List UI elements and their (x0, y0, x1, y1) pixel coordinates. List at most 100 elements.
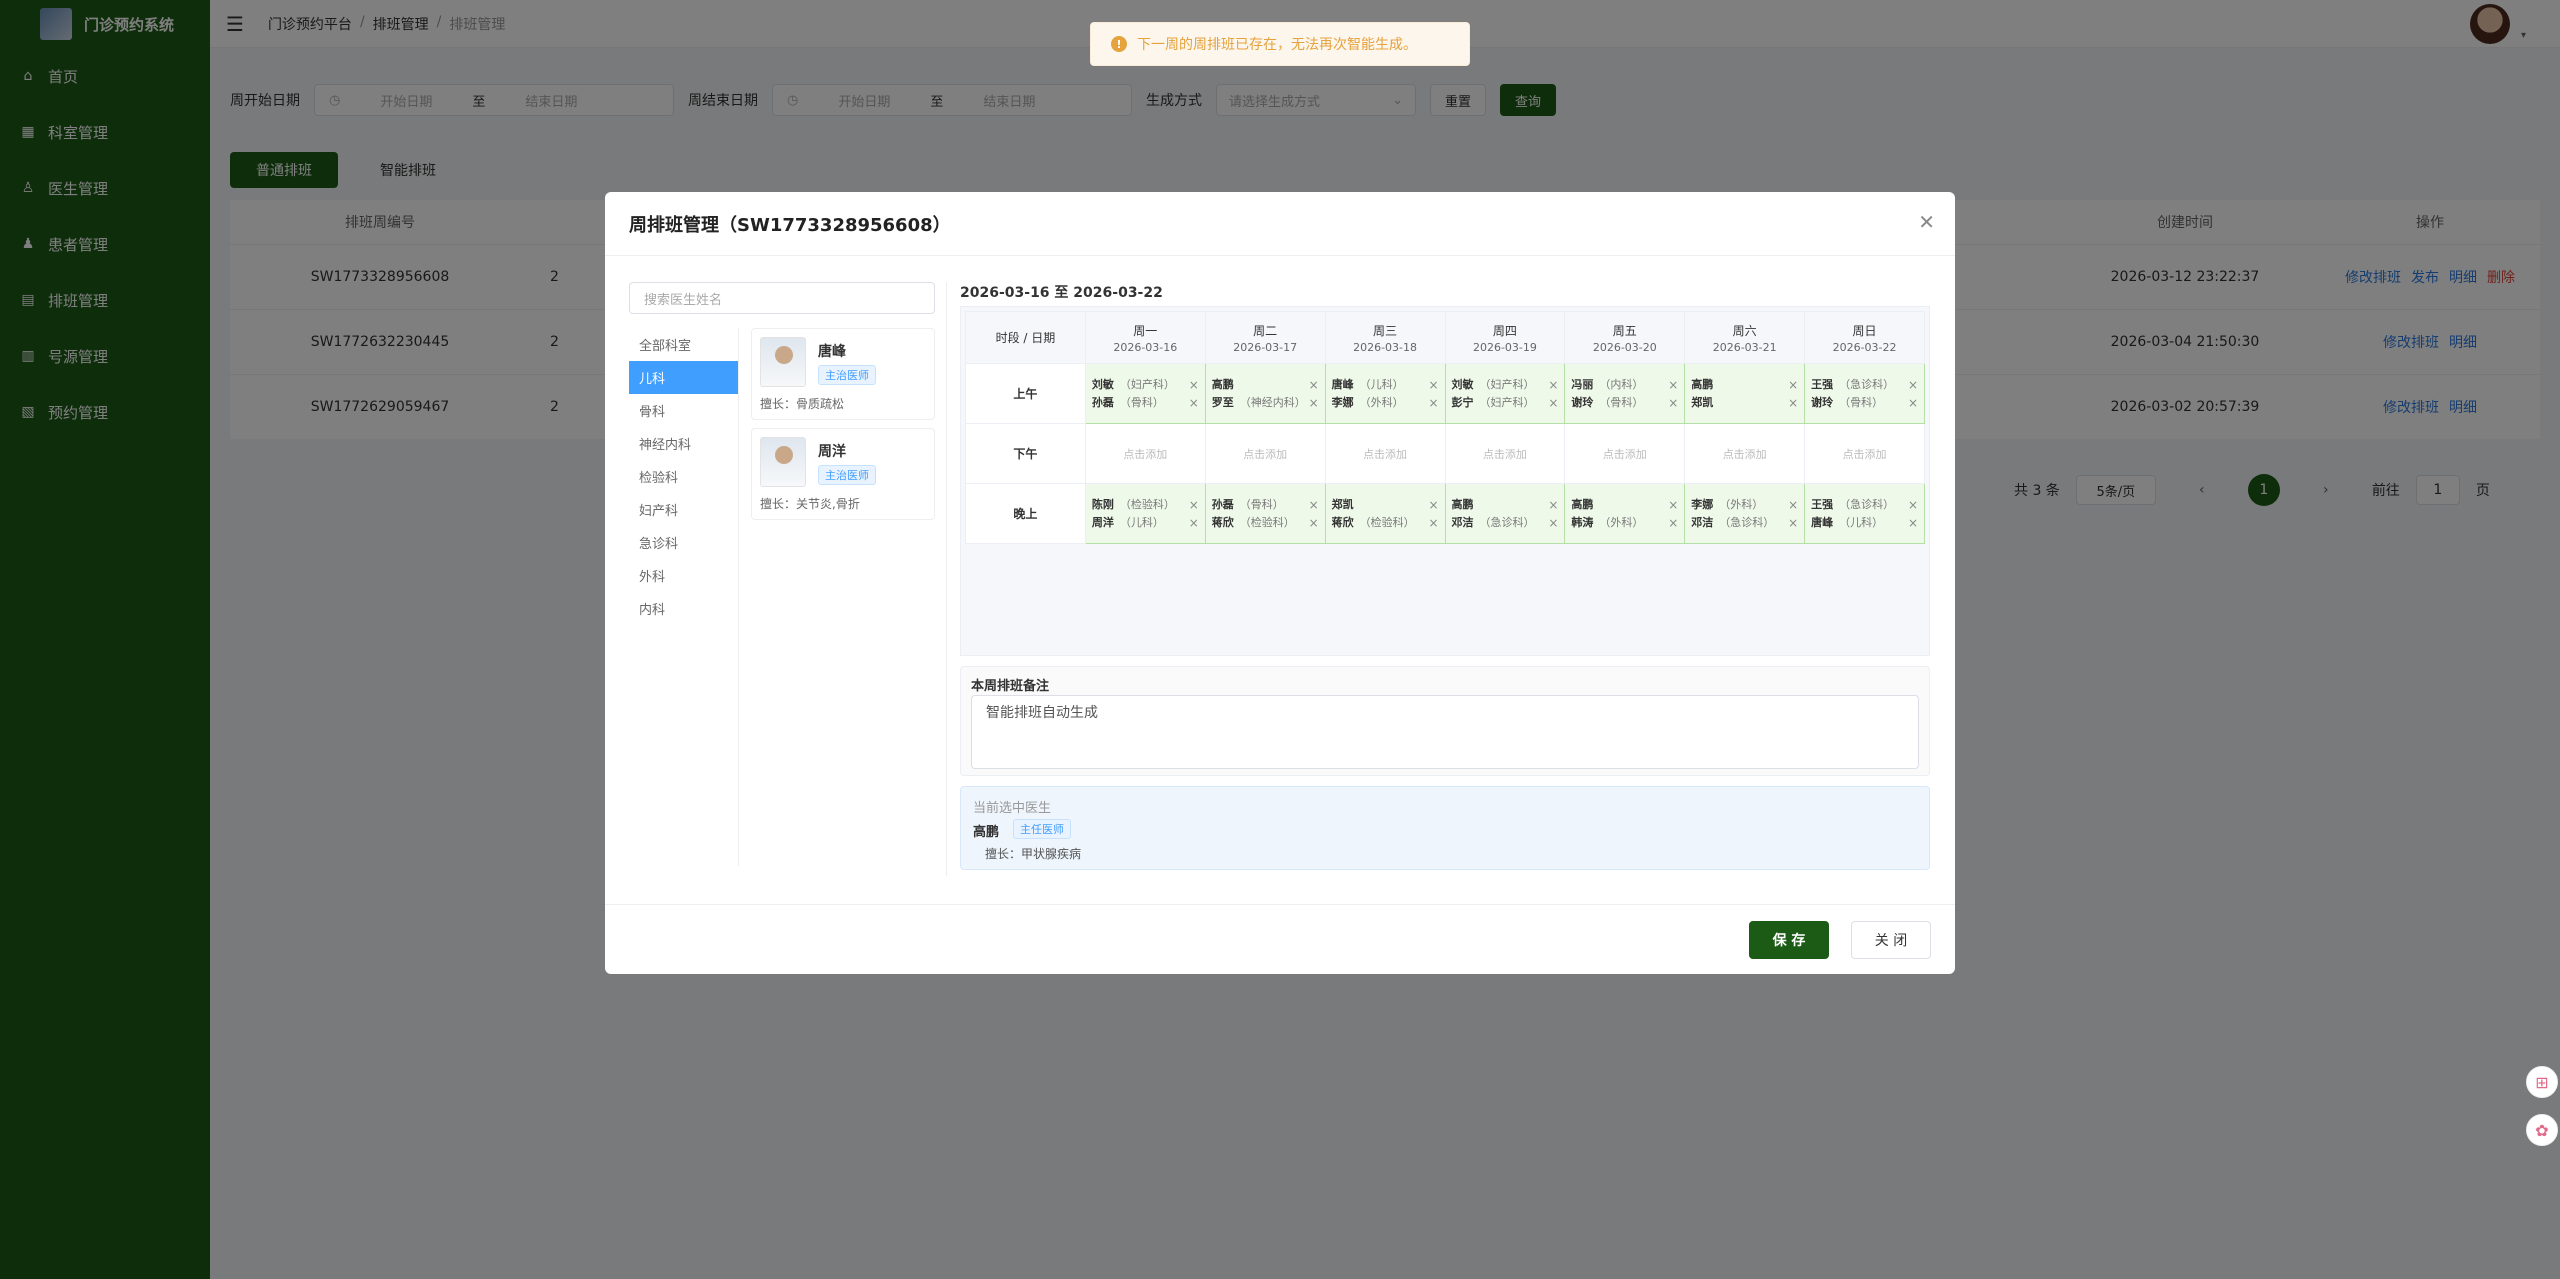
remove-entry-icon[interactable]: × (1548, 497, 1558, 513)
remove-entry-icon[interactable]: × (1788, 377, 1798, 393)
remove-entry-icon[interactable]: × (1548, 377, 1558, 393)
schedule-cell[interactable]: 高鹏 × 邓洁 （急诊科） × (1444, 483, 1566, 544)
remove-entry-icon[interactable]: × (1908, 377, 1918, 393)
remove-entry-icon[interactable]: × (1788, 497, 1798, 513)
entry-doctor-name: 邓洁 (1451, 515, 1474, 529)
schedule-cell[interactable]: 郑凯 × 蒋欣 （检验科） × (1324, 483, 1446, 544)
entry-doctor-name: 王强 (1811, 497, 1834, 511)
schedule-cell[interactable]: 李娜 （外科） × 邓洁 （急诊科） × (1684, 483, 1806, 544)
dialog-header: 周排班管理（SW1773328956608） ✕ (605, 192, 1955, 256)
schedule-entry: 孙磊 （骨科） × (1086, 394, 1205, 412)
schedule-entry: 谢玲 （骨科） × (1565, 394, 1684, 412)
floating-tools: ⊞ ✿ (2526, 1066, 2558, 1146)
schedule-cell[interactable]: 高鹏 × 罗至 （神经内科） × (1204, 363, 1326, 424)
schedule-cell[interactable]: 王强 （急诊科） × 唐峰 （儿科） × (1804, 483, 1925, 544)
entry-department: （妇产科） (1479, 395, 1535, 409)
remove-entry-icon[interactable]: × (1908, 395, 1918, 411)
entry-department: （骨科） (1599, 395, 1644, 409)
assistant-icon[interactable]: ✿ (2526, 1114, 2558, 1146)
schedule-entry: 韩涛 （外科） × (1565, 514, 1684, 532)
empty-schedule-cell[interactable]: 点击添加 (1564, 423, 1686, 484)
empty-schedule-cell[interactable]: 点击添加 (1324, 423, 1446, 484)
department-item[interactable]: 急诊科 (629, 526, 738, 559)
remove-entry-icon[interactable]: × (1908, 497, 1918, 513)
department-item-active[interactable]: 儿科 (629, 361, 738, 394)
selected-doctor-title-badge: 主任医师 (1013, 819, 1071, 839)
schedule-cell[interactable]: 冯丽 （内科） × 谢玲 （骨科） × (1564, 363, 1686, 424)
entry-department: （检验科） (1119, 497, 1175, 511)
remove-entry-icon[interactable]: × (1189, 395, 1199, 411)
department-item[interactable]: 神经内科 (629, 427, 738, 460)
remove-entry-icon[interactable]: × (1309, 395, 1319, 411)
schedule-entry: 高鹏 × (1206, 376, 1325, 394)
remove-entry-icon[interactable]: × (1428, 515, 1438, 531)
notes-textarea[interactable]: 智能排班自动生成 (971, 695, 1919, 769)
entry-doctor-name: 邓洁 (1691, 515, 1714, 529)
department-item[interactable]: 检验科 (629, 460, 738, 493)
remove-entry-icon[interactable]: × (1189, 377, 1199, 393)
remove-entry-icon[interactable]: × (1908, 515, 1918, 531)
selected-doctor-label: 当前选中医生 (973, 801, 1052, 816)
day-date: 2026-03-19 (1472, 340, 1537, 354)
save-button[interactable]: 保 存 (1749, 921, 1829, 959)
entry-doctor-name: 刘敏 (1451, 377, 1474, 391)
entry-doctor-name: 罗至 (1211, 395, 1234, 409)
remove-entry-icon[interactable]: × (1428, 395, 1438, 411)
entry-department: （外科） (1719, 497, 1764, 511)
close-icon[interactable]: ✕ (1918, 210, 1935, 234)
schedule-cell[interactable]: 刘敏 （妇产科） × 孙磊 （骨科） × (1084, 363, 1206, 424)
schedule-cell[interactable]: 高鹏 × 韩涛 （外科） × (1564, 483, 1686, 544)
entry-doctor-name: 刘敏 (1091, 377, 1114, 391)
entry-doctor-name: 韩涛 (1571, 515, 1594, 529)
remove-entry-icon[interactable]: × (1668, 515, 1678, 531)
remove-entry-icon[interactable]: × (1428, 377, 1438, 393)
doctor-card[interactable]: 唐峰 主治医师 擅长：骨质疏松 (751, 328, 935, 420)
doctor-search-input[interactable]: 搜索医生姓名 (629, 282, 935, 314)
schedule-entry: 陈刚 （检验科） × (1086, 496, 1205, 514)
slot-name: 晚上 (965, 483, 1086, 544)
remove-entry-icon[interactable]: × (1788, 515, 1798, 531)
department-item[interactable]: 妇产科 (629, 493, 738, 526)
day-date: 2026-03-20 (1592, 340, 1657, 354)
toast-message: 下一周的周排班已存在，无法再次智能生成。 (1137, 37, 1417, 53)
empty-schedule-cell[interactable]: 点击添加 (1804, 423, 1925, 484)
empty-schedule-cell[interactable]: 点击添加 (1444, 423, 1566, 484)
department-item[interactable]: 外科 (629, 559, 738, 592)
empty-schedule-cell[interactable]: 点击添加 (1204, 423, 1326, 484)
doctor-card[interactable]: 周洋 主治医师 擅长：关节炎,骨折 (751, 428, 935, 520)
remove-entry-icon[interactable]: × (1428, 497, 1438, 513)
department-item[interactable]: 内科 (629, 592, 738, 625)
remove-entry-icon[interactable]: × (1548, 395, 1558, 411)
slot-name: 下午 (965, 423, 1086, 484)
schedule-cell[interactable]: 高鹏 × 郑凯 × (1684, 363, 1806, 424)
schedule-cell[interactable]: 唐峰 （儿科） × 李娜 （外科） × (1324, 363, 1446, 424)
remove-entry-icon[interactable]: × (1309, 497, 1319, 513)
empty-schedule-cell[interactable]: 点击添加 (1684, 423, 1806, 484)
remove-entry-icon[interactable]: × (1309, 515, 1319, 531)
entry-doctor-name: 陈刚 (1091, 497, 1114, 511)
close-button[interactable]: 关 闭 (1851, 921, 1931, 959)
schedule-cell[interactable]: 王强 （急诊科） × 谢玲 （骨科） × (1804, 363, 1925, 424)
entry-doctor-name: 李娜 (1331, 395, 1354, 409)
remove-entry-icon[interactable]: × (1668, 377, 1678, 393)
department-item[interactable]: 全部科室 (629, 328, 738, 361)
entry-doctor-name: 冯丽 (1571, 377, 1594, 391)
entry-department: （外科） (1599, 515, 1644, 529)
remove-entry-icon[interactable]: × (1668, 497, 1678, 513)
day-date: 2026-03-18 (1353, 340, 1418, 354)
remove-entry-icon[interactable]: × (1548, 515, 1558, 531)
remove-entry-icon[interactable]: × (1189, 515, 1199, 531)
department-item[interactable]: 骨科 (629, 394, 738, 427)
dialog-body: 搜索医生姓名 全部科室 儿科 骨科 神经内科 检验科 妇产科 急诊科 外科 内科 (629, 282, 1931, 876)
remove-entry-icon[interactable]: × (1189, 497, 1199, 513)
remove-entry-icon[interactable]: × (1788, 395, 1798, 411)
schedule-cell[interactable]: 孙磊 （骨科） × 蒋欣 （检验科） × (1204, 483, 1326, 544)
doctor-name: 唐峰 (818, 344, 846, 360)
schedule-cell[interactable]: 陈刚 （检验科） × 周洋 （儿科） × (1084, 483, 1206, 544)
remove-entry-icon[interactable]: × (1668, 395, 1678, 411)
apps-icon[interactable]: ⊞ (2526, 1066, 2558, 1098)
schedule-cell[interactable]: 刘敏 （妇产科） × 彭宁 （妇产科） × (1444, 363, 1566, 424)
empty-schedule-cell[interactable]: 点击添加 (1084, 423, 1206, 484)
doctor-specialty: 擅长：骨质疏松 (760, 397, 845, 411)
remove-entry-icon[interactable]: × (1309, 377, 1319, 393)
